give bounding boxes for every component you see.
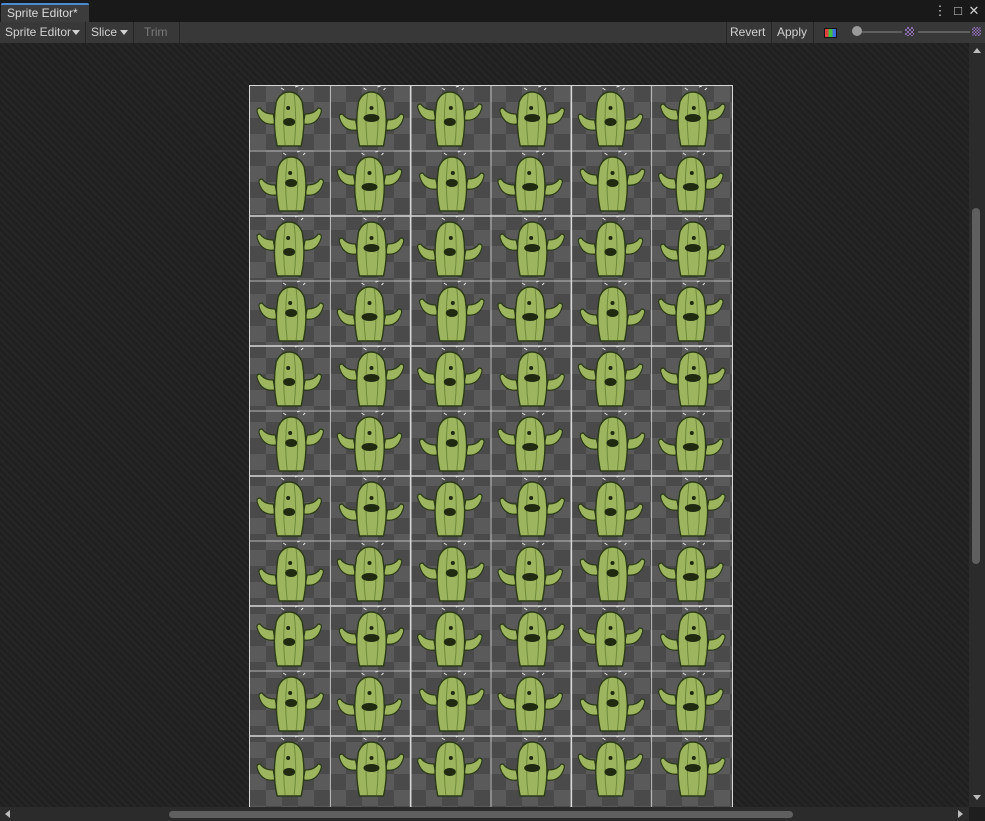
cactus-sprite[interactable] — [338, 215, 405, 277]
vertical-scrollbar[interactable] — [969, 43, 985, 807]
cactus-sprite[interactable] — [256, 605, 322, 667]
chevron-down-icon — [120, 30, 128, 35]
cactus-sprite[interactable] — [497, 150, 563, 212]
cactus-sprite[interactable] — [577, 475, 644, 537]
cactus-sprite[interactable] — [338, 605, 405, 667]
cactus-sprite[interactable] — [499, 605, 565, 667]
slice-dropdown-label: Slice — [91, 25, 118, 39]
cactus-sprite[interactable] — [338, 86, 405, 147]
cactus-sprite[interactable] — [497, 540, 563, 602]
cactus-sprite[interactable] — [660, 215, 726, 277]
cactus-sprite[interactable] — [256, 475, 322, 537]
horizontal-scrollbar[interactable] — [0, 807, 969, 821]
zoom-slider-track[interactable] — [856, 31, 902, 33]
window-titlebar: Sprite Editor* ⋮ □ ✕ — [0, 0, 985, 23]
cactus-sprite[interactable] — [499, 86, 565, 147]
cactus-sprite[interactable] — [258, 410, 324, 472]
cactus-sprite[interactable] — [417, 215, 483, 277]
cactus-sprite[interactable] — [579, 540, 646, 602]
tab-sprite-editor[interactable]: Sprite Editor* — [1, 3, 89, 22]
cactus-sprite[interactable] — [338, 345, 405, 407]
cactus-sprite[interactable] — [658, 540, 724, 602]
cactus-sprite[interactable] — [497, 670, 563, 732]
scroll-up-icon[interactable] — [973, 48, 981, 53]
cactus-sprite[interactable] — [658, 280, 724, 342]
cactus-sprite[interactable] — [577, 735, 644, 797]
cactus-sprite[interactable] — [336, 150, 403, 212]
cactus-sprite[interactable] — [258, 150, 324, 212]
cactus-sprite[interactable] — [497, 280, 563, 342]
cactus-sprite[interactable] — [256, 86, 322, 147]
cactus-sprite[interactable] — [338, 475, 405, 537]
cactus-sprite[interactable] — [579, 670, 646, 732]
scroll-left-icon[interactable] — [5, 810, 10, 818]
mip-level-icon — [905, 27, 914, 36]
vertical-scroll-thumb[interactable] — [972, 208, 980, 564]
mode-dropdown[interactable]: Sprite Editor — [0, 22, 86, 43]
toolbar: Sprite Editor Slice Trim Revert Apply — [0, 22, 985, 44]
cactus-sprite[interactable] — [417, 735, 483, 797]
cactus-sprite[interactable] — [499, 345, 565, 407]
sprite-sheet[interactable] — [249, 85, 733, 807]
revert-button[interactable]: Revert — [726, 22, 772, 43]
kebab-menu-icon[interactable]: ⋮ — [932, 3, 948, 19]
cactus-sprite[interactable] — [658, 150, 724, 212]
cactus-sprite[interactable] — [419, 150, 485, 212]
slice-dropdown[interactable]: Slice — [86, 22, 134, 43]
cactus-sprite[interactable] — [419, 670, 485, 732]
cactus-sprite[interactable] — [258, 540, 324, 602]
cactus-sprite[interactable] — [577, 605, 644, 667]
cactus-sprite[interactable] — [256, 735, 322, 797]
cactus-sprite[interactable] — [256, 345, 322, 407]
cactus-sprite[interactable] — [497, 410, 563, 472]
cactus-sprite[interactable] — [419, 410, 485, 472]
cactus-sprite[interactable] — [417, 86, 483, 147]
mode-dropdown-label: Sprite Editor — [5, 25, 72, 39]
cactus-sprite[interactable] — [660, 475, 726, 537]
cactus-sprite[interactable] — [577, 345, 644, 407]
cactus-sprite[interactable] — [417, 345, 483, 407]
scroll-right-icon[interactable] — [958, 810, 963, 818]
cactus-sprite[interactable] — [258, 670, 324, 732]
mip-slider-track[interactable] — [918, 31, 970, 33]
cactus-sprite[interactable] — [660, 345, 726, 407]
cactus-sprite[interactable] — [499, 735, 565, 797]
scroll-down-icon[interactable] — [973, 795, 981, 800]
cactus-sprite[interactable] — [577, 215, 644, 277]
cactus-sprite[interactable] — [419, 540, 485, 602]
cactus-sprite[interactable] — [419, 280, 485, 342]
cactus-sprite[interactable] — [579, 150, 646, 212]
cactus-sprite[interactable] — [258, 280, 324, 342]
cactus-sprite[interactable] — [579, 280, 646, 342]
horizontal-scroll-thumb[interactable] — [169, 811, 793, 818]
cactus-sprite[interactable] — [338, 735, 405, 797]
apply-button[interactable]: Apply — [772, 22, 814, 43]
zoom-slider-handle[interactable] — [852, 26, 862, 36]
cactus-sprite[interactable] — [256, 215, 322, 277]
cactus-sprite[interactable] — [577, 86, 644, 147]
maximize-icon[interactable]: □ — [950, 3, 966, 19]
cactus-sprite[interactable] — [660, 605, 726, 667]
cactus-sprite[interactable] — [499, 475, 565, 537]
sprite-canvas[interactable] — [0, 43, 969, 807]
mip-level-max-icon — [972, 27, 981, 36]
cactus-sprite[interactable] — [336, 410, 403, 472]
cactus-sprite[interactable] — [336, 280, 403, 342]
cactus-sprite[interactable] — [660, 86, 726, 147]
cactus-sprite[interactable] — [658, 410, 724, 472]
cactus-sprite[interactable] — [336, 540, 403, 602]
trim-button[interactable]: Trim — [134, 22, 180, 43]
cactus-sprite[interactable] — [417, 475, 483, 537]
sprite-grid[interactable] — [250, 86, 732, 807]
cactus-sprite[interactable] — [336, 670, 403, 732]
chevron-down-icon — [72, 30, 80, 35]
rgb-channels-icon[interactable] — [824, 28, 837, 38]
cactus-sprite[interactable] — [579, 410, 646, 472]
close-icon[interactable]: ✕ — [966, 3, 982, 19]
cactus-sprite[interactable] — [660, 735, 726, 797]
cactus-sprite[interactable] — [499, 215, 565, 277]
cactus-sprite[interactable] — [417, 605, 483, 667]
cactus-sprite[interactable] — [658, 670, 724, 732]
